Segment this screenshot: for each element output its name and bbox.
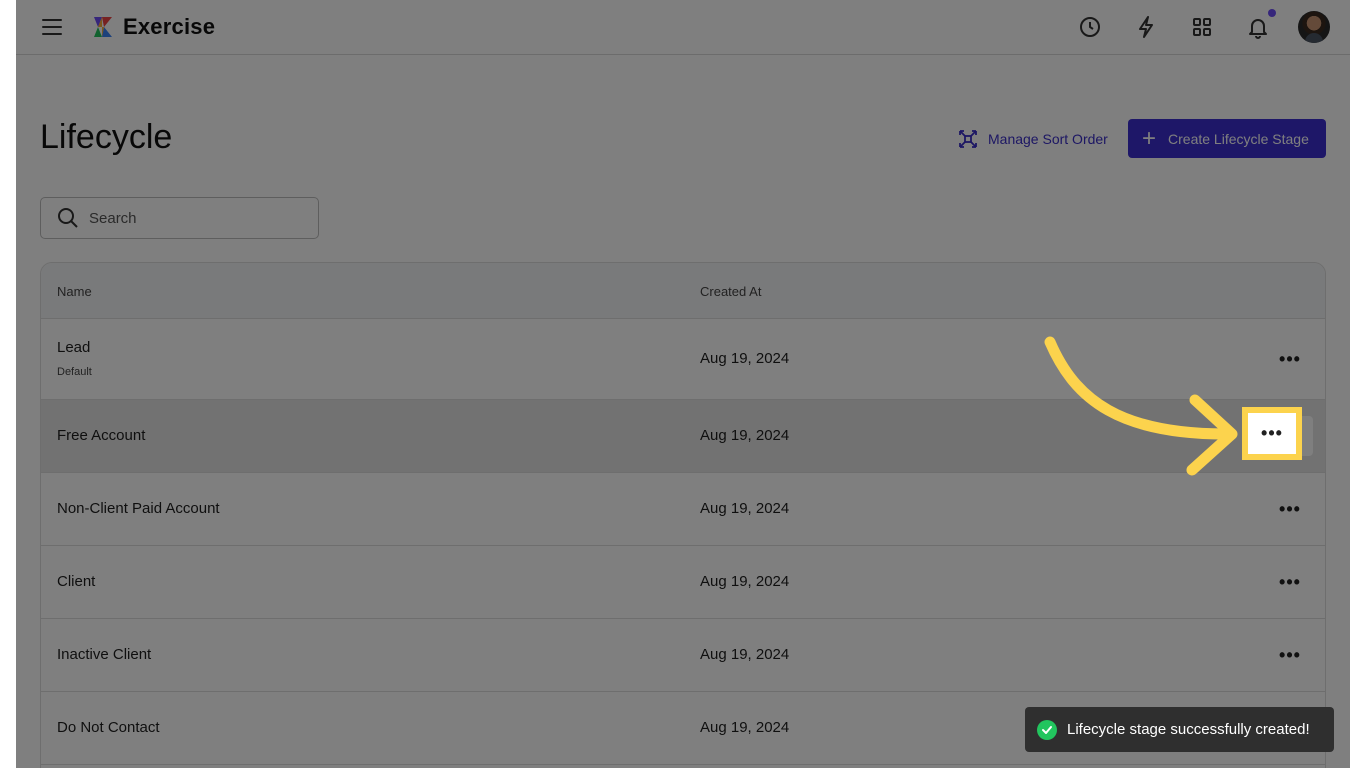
row-name: Non-Client Paid Account	[57, 500, 220, 517]
table-row[interactable]: Free Account Aug 19, 2024 •••	[41, 400, 1325, 473]
column-header-name[interactable]: Name	[57, 284, 92, 299]
row-created-at: Aug 19, 2024	[700, 646, 790, 663]
table-row[interactable]: Inactive Client Aug 19, 2024 •••	[41, 619, 1325, 692]
create-lifecycle-stage-label: Create Lifecycle Stage	[1168, 130, 1309, 147]
row-actions-button[interactable]: •••	[1277, 496, 1303, 522]
notification-badge	[1268, 9, 1276, 17]
row-name: Free Account	[57, 427, 146, 444]
table-row[interactable]: Lead Default Aug 19, 2024 •••	[41, 319, 1325, 400]
user-avatar[interactable]	[1298, 11, 1330, 43]
row-actions-button[interactable]: •••	[1277, 569, 1303, 595]
app-logo-icon	[94, 17, 112, 37]
apps-grid-icon[interactable]	[1189, 14, 1215, 40]
manage-sort-order-button[interactable]: Manage Sort Order	[958, 127, 1108, 151]
row-created-at: Aug 19, 2024	[700, 719, 790, 736]
row-created-at: Aug 19, 2024	[700, 350, 790, 367]
check-circle-icon	[1037, 719, 1057, 740]
toast-message: Lifecycle stage successfully created!	[1067, 721, 1310, 738]
row-created-at: Aug 19, 2024	[700, 573, 790, 590]
row-actions-button[interactable]: •••	[1277, 642, 1303, 668]
page-title: Lifecycle	[40, 118, 173, 156]
column-header-created-at[interactable]: Created At	[700, 284, 761, 299]
bell-icon[interactable]	[1245, 14, 1271, 40]
plus-icon: +	[1142, 124, 1157, 152]
app-title: Exercise	[123, 14, 216, 39]
table-row[interactable]: Client Aug 19, 2024 •••	[41, 546, 1325, 619]
sort-order-icon	[959, 130, 977, 148]
default-badge: Default	[57, 366, 92, 378]
search-input[interactable]	[89, 209, 289, 227]
row-name: Inactive Client	[57, 646, 152, 663]
highlight-box: •••	[1242, 407, 1302, 460]
menu-icon[interactable]	[42, 19, 62, 35]
row-name: Do Not Contact	[57, 719, 160, 736]
row-name: Client	[57, 573, 96, 590]
top-bar: Exercise	[16, 0, 1350, 55]
create-lifecycle-stage-button[interactable]: + Create Lifecycle Stage	[1128, 119, 1326, 158]
clock-icon[interactable]	[1077, 14, 1103, 40]
row-created-at: Aug 19, 2024	[700, 427, 790, 444]
row-actions-button[interactable]: •••	[1277, 346, 1303, 372]
lifecycle-table: Name Created At Lead Default Aug 19, 202…	[40, 262, 1326, 768]
row-name: Lead	[57, 339, 91, 356]
search-box[interactable]	[40, 197, 319, 239]
app-window: Exercise Lifecycle Manage Sort Order + C…	[16, 0, 1350, 768]
lightning-icon[interactable]	[1133, 14, 1159, 40]
manage-sort-order-label: Manage Sort Order	[988, 131, 1108, 147]
success-toast: Lifecycle stage successfully created!	[1025, 707, 1334, 752]
row-created-at: Aug 19, 2024	[700, 500, 790, 517]
search-icon	[58, 208, 78, 228]
table-header: Name Created At	[41, 263, 1325, 319]
table-row[interactable]: Non-Client Paid Account Aug 19, 2024 •••	[41, 473, 1325, 546]
highlighted-row-actions-button[interactable]: •••	[1248, 413, 1296, 454]
